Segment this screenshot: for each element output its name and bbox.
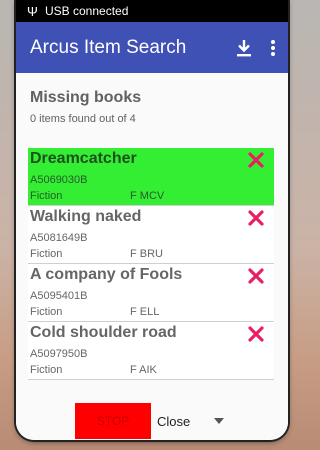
item-shelf: F BRU <box>130 248 163 260</box>
items-found-count: 0 items found out of 4 <box>30 113 136 125</box>
item-title: Cold shoulder road <box>30 324 177 341</box>
page-title: Missing books <box>30 89 142 106</box>
remove-icon[interactable] <box>248 152 264 168</box>
item-genre: Fiction <box>30 190 63 202</box>
list-item[interactable]: Dreamcatcher A5069030B Fiction F MCV <box>28 148 274 206</box>
more-vert-icon[interactable] <box>270 36 276 60</box>
item-title: Walking naked <box>30 208 142 225</box>
item-barcode: A5081649B <box>30 232 88 244</box>
download-icon[interactable] <box>232 36 256 60</box>
main-content: Missing books 0 items found out of 4 Dre… <box>16 73 288 440</box>
remove-icon[interactable] <box>248 210 264 226</box>
item-barcode: A5097950B <box>30 348 88 360</box>
item-genre: Fiction <box>30 248 63 260</box>
footer: STOP Close <box>16 403 288 439</box>
app-bar: Arcus Item Search <box>16 22 288 73</box>
item-genre: Fiction <box>30 364 63 376</box>
missing-books-list: Dreamcatcher A5069030B Fiction F MCV Wal… <box>28 148 274 380</box>
phone-screen: Ψ USB connected Arcus Item Search Missin… <box>16 0 288 440</box>
remove-icon[interactable] <box>248 268 264 284</box>
dropdown-arrow-icon <box>214 418 224 424</box>
remove-icon[interactable] <box>248 326 264 342</box>
item-barcode: A5095401B <box>30 290 88 302</box>
item-title: A company of Fools <box>30 266 183 283</box>
item-barcode: A5069030B <box>30 174 88 186</box>
usb-icon: Ψ <box>27 3 38 19</box>
list-item[interactable]: Cold shoulder road A5097950B Fiction F A… <box>28 322 274 380</box>
stop-button[interactable]: STOP <box>75 403 151 439</box>
item-genre: Fiction <box>30 306 63 318</box>
item-title: Dreamcatcher <box>30 150 137 167</box>
status-bar: Ψ USB connected <box>16 0 288 22</box>
close-select[interactable]: Close <box>156 403 236 439</box>
close-select-value: Close <box>157 413 191 429</box>
app-title: Arcus Item Search <box>30 36 187 58</box>
item-shelf: F ELL <box>130 306 160 318</box>
status-text: USB connected <box>45 4 129 18</box>
list-item[interactable]: Walking naked A5081649B Fiction F BRU <box>28 206 274 264</box>
item-shelf: F AIK <box>130 364 157 376</box>
item-shelf: F MCV <box>130 190 165 202</box>
list-item[interactable]: A company of Fools A5095401B Fiction F E… <box>28 264 274 322</box>
